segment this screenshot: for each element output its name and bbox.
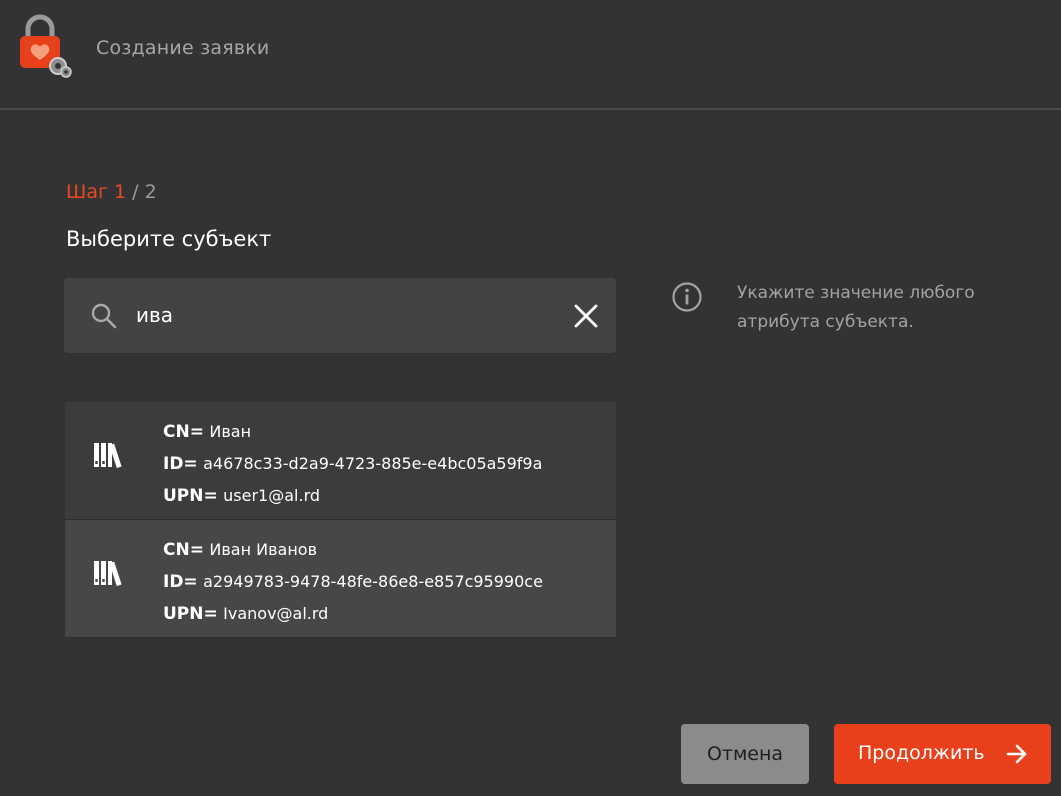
books-icon [94, 443, 122, 469]
upn-label: UPN= [163, 486, 218, 506]
result-details: CN= Иван Иванов ID= a2949783-9478-48fe-8… [163, 534, 543, 630]
upn-value: Ivanov@al.rd [223, 604, 329, 623]
cancel-button[interactable]: Отмена [681, 724, 809, 784]
app-header: Создание заявки [0, 0, 1061, 110]
list-item[interactable]: CN= Иван Иванов ID= a2949783-9478-48fe-8… [65, 520, 616, 638]
info-icon [672, 282, 702, 312]
cn-label: CN= [163, 540, 204, 560]
id-label: ID= [163, 572, 198, 592]
lock-heart-gears-icon [20, 14, 72, 78]
id-value: a4678c33-d2a9-4723-885e-e4bc05a59f9a [203, 454, 543, 473]
id-value: a2949783-9478-48fe-86e8-e857c95990ce [203, 572, 543, 591]
results-list: CN= Иван ID= a4678c33-d2a9-4723-885e-e4b… [65, 402, 616, 638]
hint-line-1: Укажите значение любого [737, 283, 975, 303]
id-label: ID= [163, 454, 198, 474]
upn-value: user1@al.rd [223, 486, 321, 505]
books-icon [94, 561, 122, 587]
hint-text: Укажите значение любого атрибута субъект… [737, 279, 1017, 337]
close-icon[interactable] [574, 304, 598, 328]
search-input[interactable] [136, 296, 536, 334]
page-subtitle: Выберите субъект [66, 227, 272, 251]
continue-button[interactable]: Продолжить [834, 724, 1051, 784]
continue-label: Продолжить [858, 742, 985, 764]
cn-value: Иван [209, 422, 252, 441]
step-current: Шаг 1 [66, 181, 127, 203]
cn-label: CN= [163, 422, 204, 442]
list-item[interactable]: CN= Иван ID= a4678c33-d2a9-4723-885e-e4b… [65, 402, 616, 520]
cn-value: Иван Иванов [209, 540, 317, 559]
result-details: CN= Иван ID= a4678c33-d2a9-4723-885e-e4b… [163, 416, 542, 512]
step-total: / 2 [132, 181, 157, 203]
app-title: Создание заявки [96, 37, 270, 59]
upn-label: UPN= [163, 604, 218, 624]
search-icon [91, 303, 117, 329]
step-indicator: Шаг 1 / 2 [66, 181, 157, 203]
arrow-right-icon [1006, 744, 1027, 764]
search-box [64, 278, 616, 353]
hint-line-2: атрибута субъекта. [737, 312, 914, 332]
